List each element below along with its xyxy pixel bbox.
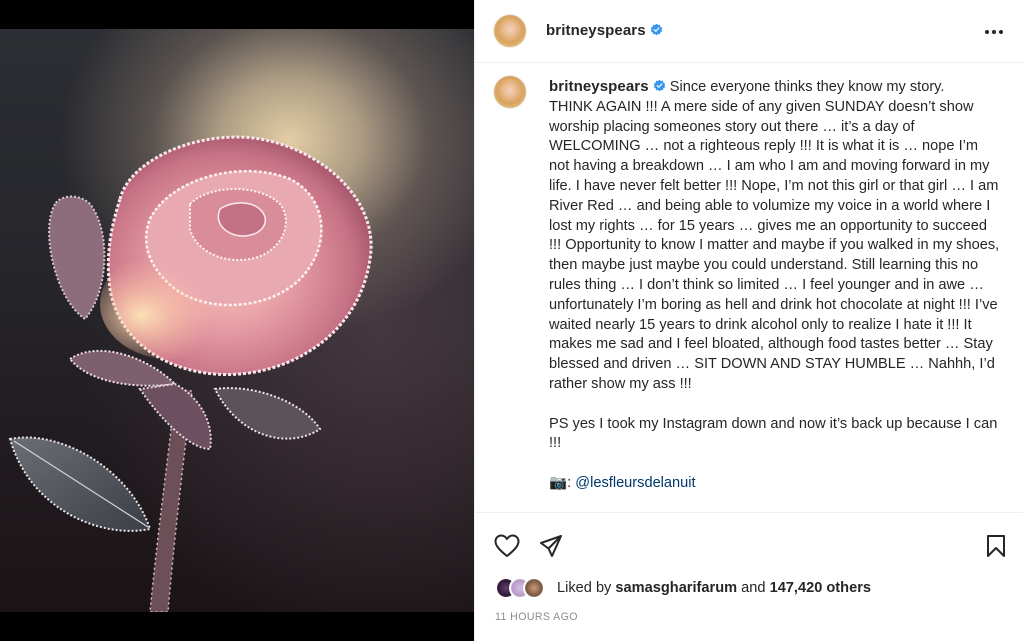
caption-text: britneyspears Since everyone thinks they… bbox=[549, 77, 1001, 494]
liked-by-and: and bbox=[741, 580, 766, 596]
caption-username[interactable]: britneyspears bbox=[549, 78, 666, 95]
author-avatar[interactable] bbox=[493, 14, 527, 48]
liker-avatars bbox=[495, 577, 551, 599]
post-details-pane: britneyspears britneyspears Since everyo… bbox=[474, 0, 1023, 641]
likes-text: Liked by samasgharifarum and 147,420 oth… bbox=[557, 580, 871, 596]
post-timestamp[interactable]: 11 HOURS AGO bbox=[495, 611, 578, 623]
caption-line-1: Since everyone thinks they know my story… bbox=[669, 79, 945, 95]
likes-count-link[interactable]: 147,420 others bbox=[770, 580, 871, 596]
caption-author-avatar[interactable] bbox=[493, 75, 527, 109]
post-actions-bar bbox=[475, 512, 1023, 572]
photo-credit: 📷: @lesfleursdelanuit bbox=[549, 474, 1001, 494]
post-image-frosted-rose[interactable] bbox=[0, 29, 474, 612]
post-media-pane bbox=[0, 0, 474, 641]
post-header: britneyspears bbox=[475, 0, 1023, 63]
more-options-button[interactable] bbox=[984, 22, 1004, 42]
caption-username-text[interactable]: britneyspears bbox=[549, 78, 649, 95]
verified-badge-icon bbox=[653, 79, 665, 92]
caption-area: britneyspears Since everyone thinks they… bbox=[475, 64, 1023, 512]
more-options-icon bbox=[985, 30, 1003, 34]
likes-summary: Liked by samasgharifarum and 147,420 oth… bbox=[495, 576, 871, 600]
bookmark-icon bbox=[987, 535, 1005, 557]
frosted-rose-illustration bbox=[8, 135, 373, 612]
verified-badge-icon bbox=[650, 23, 662, 36]
caption-ps: PS yes I took my Instagram down and now … bbox=[549, 415, 1002, 452]
liked-by-username-link[interactable]: samasgharifarum bbox=[615, 580, 737, 596]
camera-emoji-icon: 📷: bbox=[549, 474, 572, 491]
author-username-header[interactable]: britneyspears bbox=[546, 22, 663, 39]
liker-avatar[interactable] bbox=[523, 577, 545, 599]
like-button[interactable] bbox=[493, 532, 521, 560]
credit-mention-link[interactable]: @lesfleursdelanuit bbox=[575, 475, 695, 491]
save-button[interactable] bbox=[982, 532, 1010, 560]
liked-by-prefix: Liked by bbox=[557, 580, 612, 596]
paper-plane-icon bbox=[540, 535, 562, 557]
share-button[interactable] bbox=[537, 532, 565, 560]
caption-body: THINK AGAIN !!! A mere side of any given… bbox=[549, 98, 1004, 392]
heart-icon bbox=[494, 534, 520, 557]
header-username-text[interactable]: britneyspears bbox=[546, 22, 646, 39]
